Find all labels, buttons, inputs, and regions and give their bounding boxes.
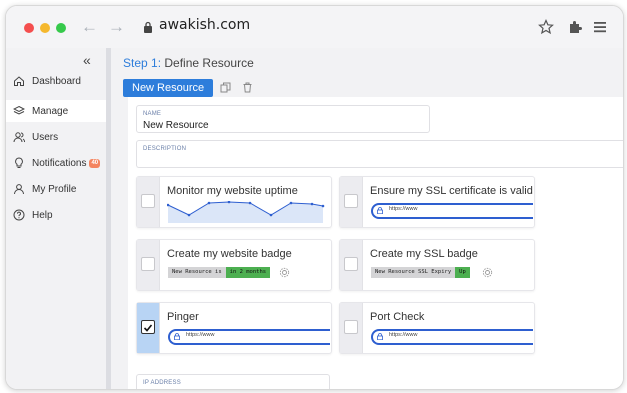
lock-icon (377, 207, 383, 214)
star-icon[interactable] (538, 19, 554, 35)
description-label: DESCRIPTION (143, 146, 187, 152)
badge-preview: New Resource is in 2 months (168, 267, 271, 278)
checkmark-icon (143, 324, 153, 332)
name-label: NAME (143, 111, 162, 117)
lock-icon (174, 333, 180, 340)
description-field[interactable]: DESCRIPTION (136, 140, 623, 168)
sidebar-item-dashboard[interactable]: Dashboard (6, 70, 106, 92)
sidebar-item-manage[interactable]: Manage (6, 100, 106, 122)
back-arrow-icon[interactable]: ← (81, 18, 98, 36)
collapse-sidebar-icon[interactable]: « (83, 52, 91, 68)
step-title: Define Resource (164, 56, 254, 70)
name-field[interactable]: NAME New Resource (136, 105, 430, 133)
url-value: https://www (389, 206, 418, 212)
extensions-icon[interactable] (567, 19, 583, 35)
uptime-sparkline (167, 201, 325, 223)
ip-address-field[interactable]: IP ADDRESS (136, 374, 330, 389)
trash-icon[interactable] (242, 82, 253, 93)
card-title: Create my website badge (167, 248, 292, 260)
card-ssl-badge[interactable]: Create my SSL badge New Resource SSL Exp… (339, 239, 535, 291)
card-checkbox-area[interactable] (340, 177, 363, 227)
card-checkbox-area[interactable] (340, 303, 363, 353)
maximize-window-button[interactable] (56, 23, 66, 33)
resource-form: NAME New Resource DESCRIPTION Monitor my… (128, 97, 623, 389)
url-value: https://www (389, 332, 418, 338)
gear-icon[interactable] (482, 267, 493, 278)
page-title: Step 1: Define Resource (123, 56, 254, 70)
badge-right-text: Up (455, 267, 470, 278)
card-checkbox[interactable] (141, 257, 155, 271)
sidebar-item-label: Help (32, 209, 53, 221)
card-title: Monitor my website uptime (167, 185, 298, 197)
sidebar-item-label: Notifications (32, 157, 87, 169)
card-checkbox-area[interactable] (137, 177, 160, 227)
card-checkbox[interactable] (344, 257, 358, 271)
layers-icon (13, 105, 25, 115)
card-monitor-uptime[interactable]: Monitor my website uptime (136, 176, 332, 228)
card-title: Ensure my SSL certificate is valid (370, 185, 533, 197)
browser-window: ← → awakish.com « Dashboard Manage Users… (5, 5, 624, 390)
main-content: Step 1: Define Resource New Resource NAM… (111, 48, 623, 389)
card-title: Port Check (370, 311, 425, 323)
sidebar-item-help[interactable]: Help (6, 204, 106, 226)
card-port-check[interactable]: Port Check https://www (339, 302, 535, 354)
bulb-icon (15, 157, 23, 168)
card-pinger[interactable]: Pinger https://www (136, 302, 332, 354)
sidebar-item-notifications[interactable]: Notifications 40 (6, 152, 106, 174)
close-window-button[interactable] (24, 23, 34, 33)
users-icon (13, 132, 25, 143)
ip-address-label: IP ADDRESS (143, 380, 181, 386)
card-website-badge[interactable]: Create my website badge New Resource is … (136, 239, 332, 291)
card-title: Pinger (167, 311, 199, 323)
card-checkbox-area[interactable] (137, 240, 160, 290)
sidebar: « Dashboard Manage Users Notifications 4… (6, 48, 111, 389)
sidebar-item-label: My Profile (32, 183, 77, 195)
lock-icon (144, 21, 152, 33)
home-icon (14, 76, 24, 86)
card-checkbox[interactable] (141, 194, 155, 208)
gear-icon[interactable] (279, 267, 290, 278)
card-checkbox[interactable] (344, 194, 358, 208)
sidebar-item-my-profile[interactable]: My Profile (6, 178, 106, 200)
badge-left-text: New Resource is (168, 267, 226, 278)
url-input[interactable]: https://www (168, 329, 330, 345)
sidebar-item-label: Manage (32, 105, 69, 117)
url-value: https://www (186, 332, 215, 338)
badge-left-text: New Resource SSL Expiry (371, 267, 456, 278)
help-icon (13, 209, 25, 221)
notification-count-badge: 40 (89, 158, 101, 168)
step-number: Step 1: (123, 56, 162, 70)
sidebar-item-label: Users (32, 131, 59, 143)
tab-new-resource[interactable]: New Resource (123, 79, 214, 97)
forward-arrow-icon[interactable]: → (108, 18, 125, 36)
card-ssl-valid[interactable]: Ensure my SSL certificate is valid https… (339, 176, 535, 228)
card-checkbox[interactable] (344, 320, 358, 334)
minimize-window-button[interactable] (40, 23, 50, 33)
name-value: New Resource (143, 120, 209, 131)
url-input[interactable]: https://www (371, 203, 533, 219)
card-checkbox-area[interactable] (137, 303, 160, 353)
user-icon (14, 184, 24, 195)
badge-right-text: in 2 months (225, 267, 271, 278)
url-input[interactable]: https://www (371, 329, 533, 345)
card-checkbox-area[interactable] (340, 240, 363, 290)
sidebar-item-users[interactable]: Users (6, 126, 106, 148)
menu-icon[interactable] (592, 19, 608, 35)
card-title: Create my SSL badge (370, 248, 478, 260)
browser-toolbar: ← → awakish.com (6, 6, 623, 49)
lock-icon (377, 333, 383, 340)
copy-icon[interactable] (220, 82, 231, 93)
badge-preview: New Resource SSL Expiry Up (371, 267, 470, 278)
sidebar-item-label: Dashboard (32, 75, 81, 87)
card-checkbox-checked[interactable] (141, 320, 155, 334)
address-bar[interactable]: awakish.com (159, 17, 250, 33)
